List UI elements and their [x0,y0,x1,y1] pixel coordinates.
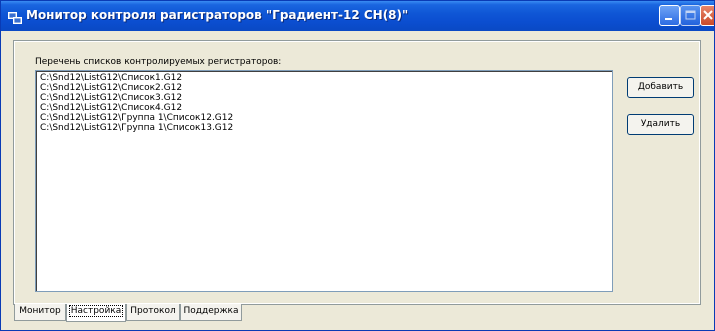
close-button[interactable] [700,5,714,26]
list-item[interactable]: C:\Snd12\ListG12\Список2.G12 [38,83,233,93]
add-button[interactable]: Добавить [627,77,694,98]
registrar-lists-label: Перечень списков контролируемых регистра… [35,57,282,67]
tab-settings-label: Настройка [68,305,124,317]
list-item[interactable]: C:\Snd12\ListG12\Список4.G12 [38,103,233,113]
settings-tab-panel: Перечень списков контролируемых регистра… [13,40,701,305]
tab-protocol[interactable]: Протокол [126,304,180,321]
registrar-lists-listbox[interactable]: C:\Snd12\ListG12\Список1.G12 C:\Snd12\Li… [35,70,613,292]
tab-protocol-label: Протокол [130,306,176,316]
maximize-button[interactable] [680,5,701,26]
tab-monitor-label: Монитор [19,306,61,316]
panel-body: Перечень списков контролируемых регистра… [15,42,699,303]
list-items-container: C:\Snd12\ListG12\Список1.G12 C:\Snd12\Li… [38,73,233,133]
list-item[interactable]: C:\Snd12\ListG12\Список3.G12 [38,93,233,103]
title-bar[interactable]: Монитор контроля рагистраторов "Градиент… [1,1,714,31]
tab-support-label: Поддержка [183,306,239,316]
network-computer-icon[interactable] [8,9,22,24]
window-title: Монитор контроля рагистраторов "Градиент… [26,8,409,22]
maximize-icon [681,10,700,29]
list-item[interactable]: C:\Snd12\ListG12\Группа 1\Список13.G12 [38,123,233,133]
app-window: Монитор контроля рагистраторов "Градиент… [0,0,715,331]
tab-monitor[interactable]: Монитор [14,304,66,321]
list-item[interactable]: C:\Snd12\ListG12\Список1.G12 [38,73,233,83]
list-item[interactable]: C:\Snd12\ListG12\Группа 1\Список12.G12 [38,113,233,123]
minimize-button[interactable] [659,5,680,26]
tab-settings[interactable]: Настройка [66,304,126,322]
close-icon [701,10,714,29]
client-area: Перечень списков контролируемых регистра… [5,31,710,326]
delete-button[interactable]: Удалить [627,114,694,135]
minimize-icon [660,10,679,29]
tab-support[interactable]: Поддержка [180,304,242,321]
